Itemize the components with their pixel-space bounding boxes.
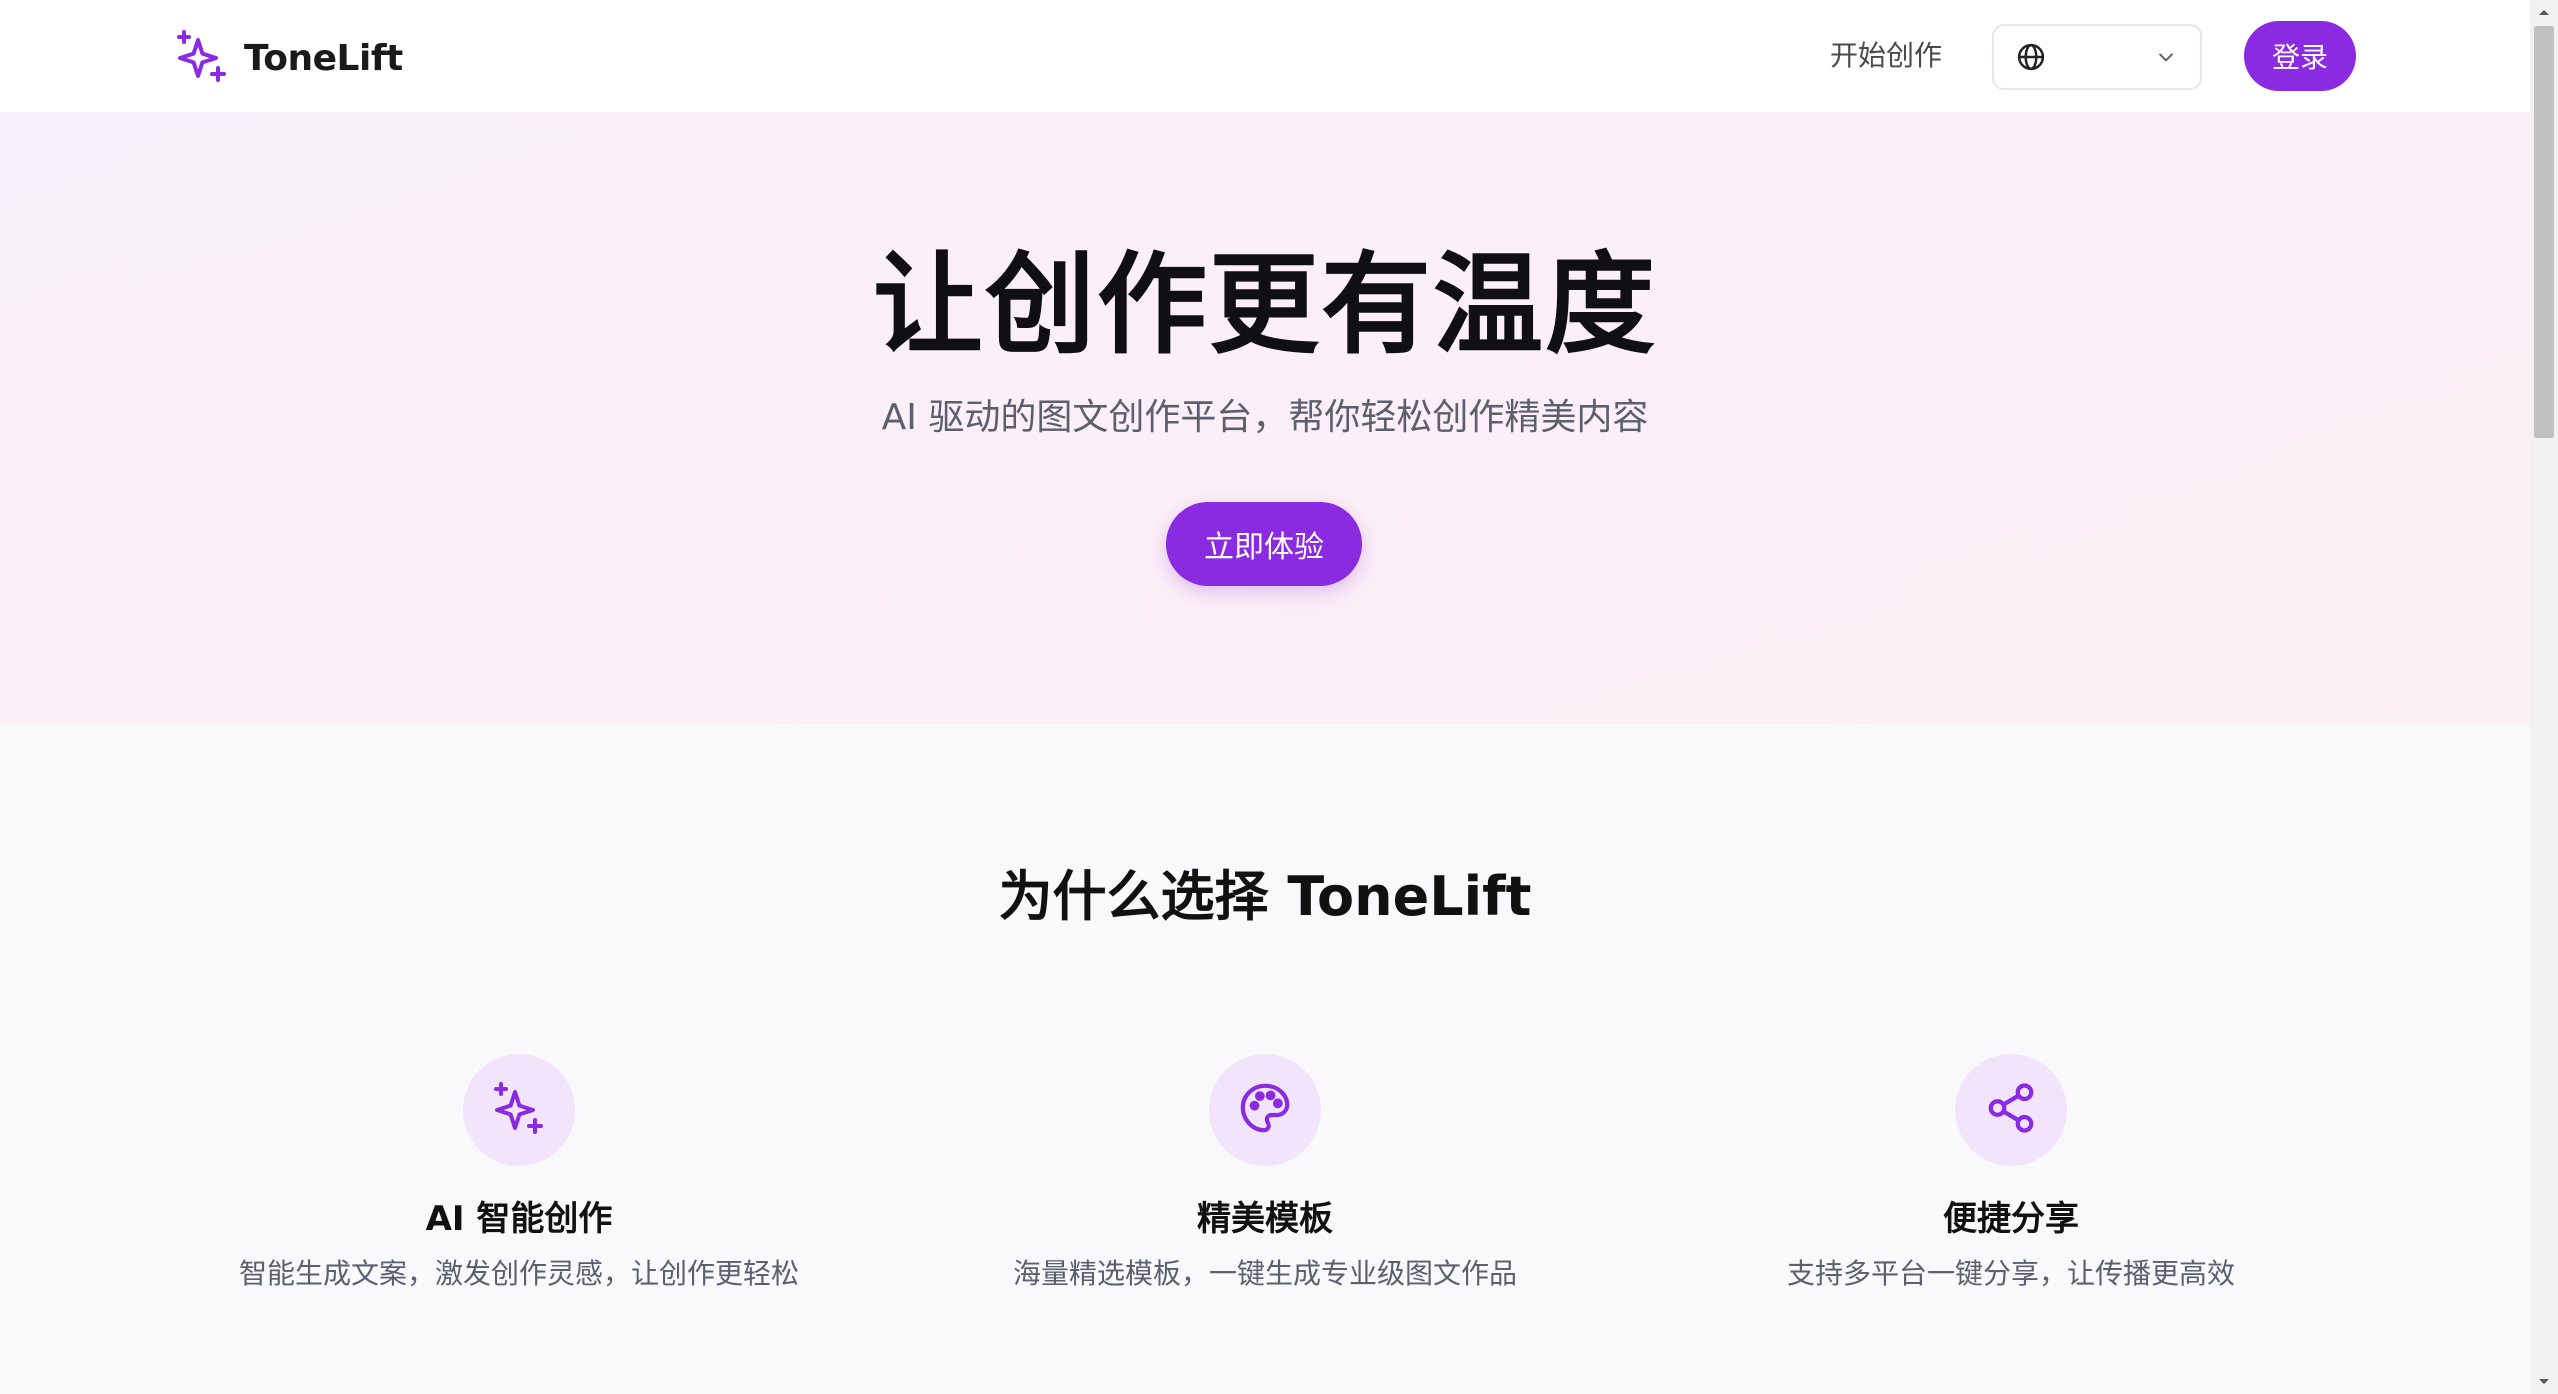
feature-icon-circle [1209,1054,1321,1166]
feature-icon-circle [463,1054,575,1166]
hero-title: 让创作更有温度 [873,241,1657,369]
hero-subtitle: AI 驱动的图文创作平台，帮你轻松创作精美内容 [881,397,1649,438]
scroll-down-arrow-icon[interactable] [2530,1370,2558,1394]
feature-title: AI 智能创作 [425,1199,613,1239]
sparkles-icon [492,1080,546,1140]
login-button[interactable]: 登录 [2244,21,2356,91]
feature-description: 海量精选模板，一键生成专业级图文作品 [1012,1257,1517,1290]
top-navbar: ToneLift 开始创作 登录 [0,0,2530,112]
feature-title: 便捷分享 [1943,1199,2079,1239]
chevron-down-icon [2156,47,2176,67]
brand-logo[interactable]: ToneLift [176,28,403,88]
sparkles-icon [176,28,228,88]
try-now-button[interactable]: 立即体验 [1166,502,1362,586]
feature-icon-circle [1955,1054,2067,1166]
share-icon [1984,1081,2038,1139]
features-heading: 为什么选择 ToneLift [998,865,1532,928]
feature-card-ai-creation: AI 智能创作 智能生成文案，激发创作灵感，让创作更轻松 [146,1054,892,1294]
feature-card-sharing: 便捷分享 支持多平台一键分享，让传播更高效 [1638,1054,2384,1294]
globe-icon [2016,42,2046,72]
language-select[interactable] [1992,24,2202,90]
nav-start-creating-link[interactable]: 开始创作 [1830,34,1942,78]
feature-description: 支持多平台一键分享，让传播更高效 [1786,1257,2235,1290]
palette-icon [1237,1080,1293,1140]
feature-card-templates: 精美模板 海量精选模板，一键生成专业级图文作品 [892,1054,1638,1294]
scrollbar-thumb[interactable] [2534,26,2554,438]
feature-description: 智能生成文案，激发创作灵感，让创作更轻松 [238,1257,799,1290]
scroll-up-arrow-icon[interactable] [2530,0,2558,24]
vertical-scrollbar[interactable] [2530,0,2558,1394]
feature-title: 精美模板 [1197,1199,1333,1239]
hero-section: 让创作更有温度 AI 驱动的图文创作平台，帮你轻松创作精美内容 立即体验 [0,112,2530,724]
brand-name: ToneLift [244,37,403,79]
